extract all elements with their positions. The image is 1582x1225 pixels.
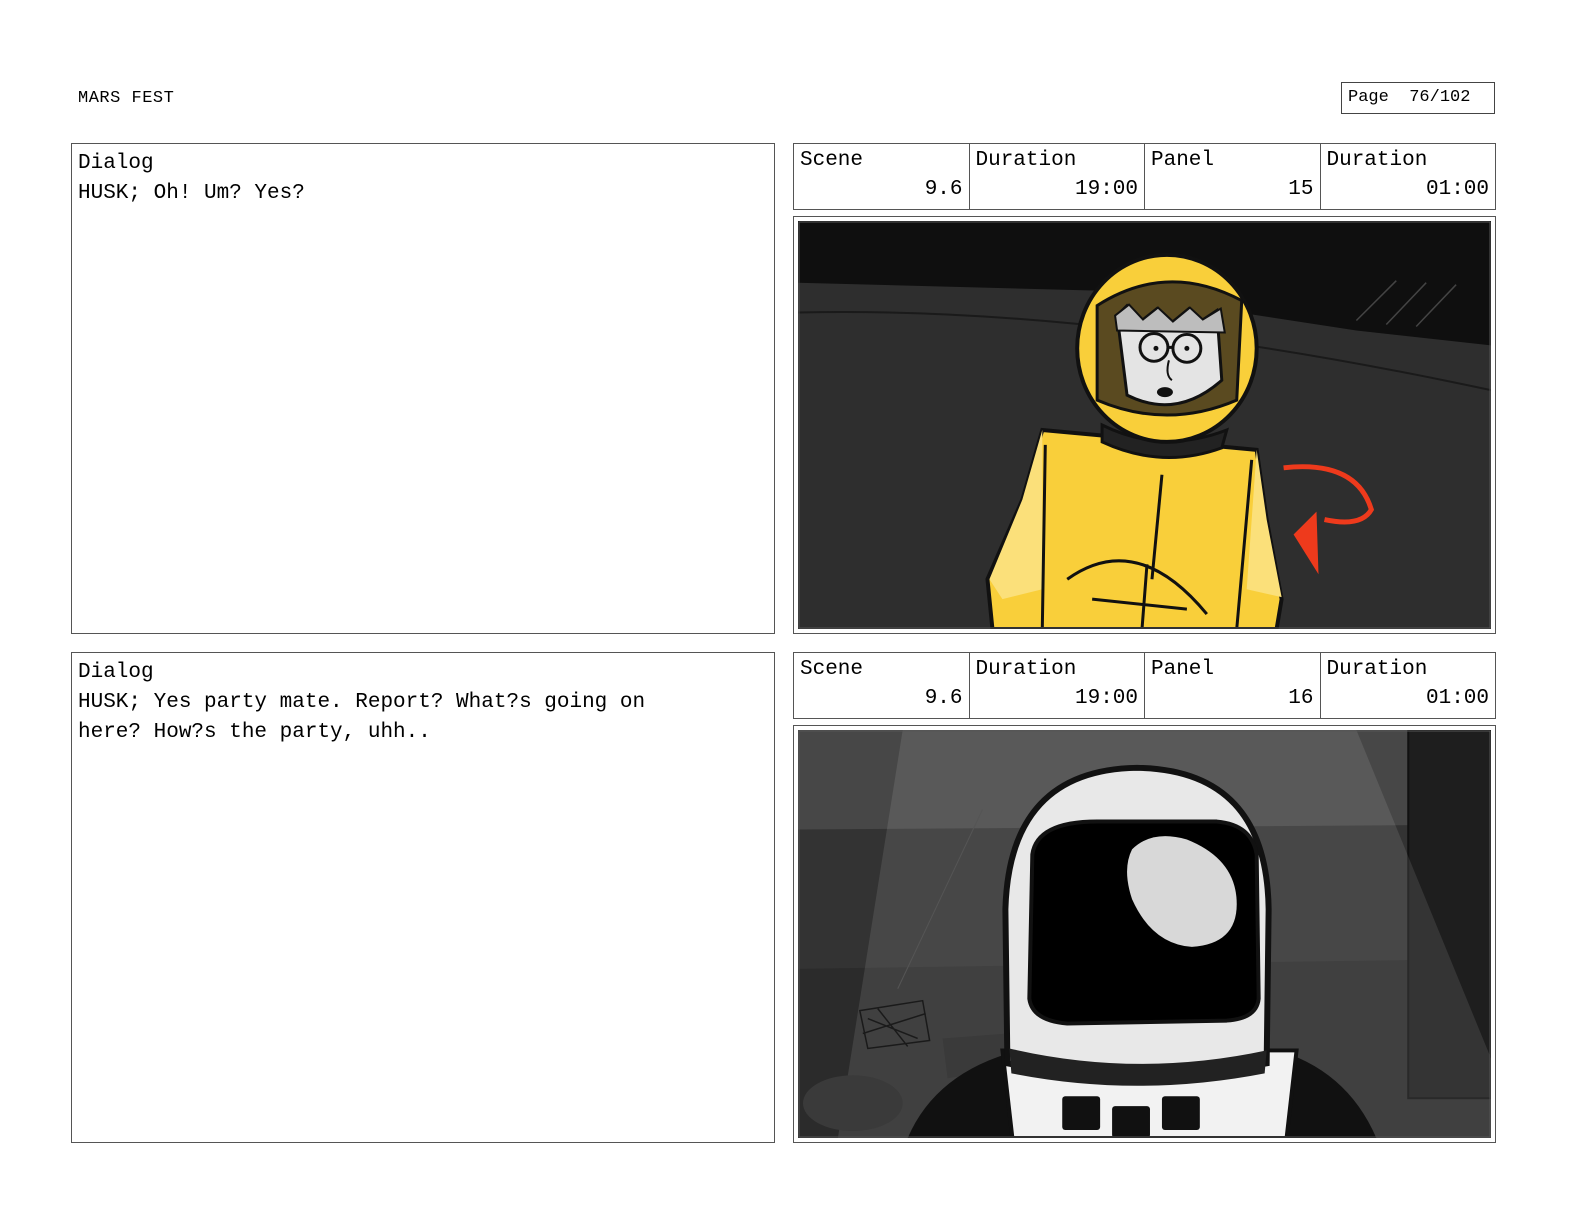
scene-value: 9.6 — [924, 178, 963, 201]
panel-info-row: Scene 9.6 Duration 19:00 Panel 15 Durati… — [793, 143, 1496, 210]
scene-label: Scene — [800, 149, 864, 172]
panel-cell: Panel 15 — [1145, 144, 1321, 209]
scene-duration-cell: Duration 19:00 — [970, 144, 1145, 209]
page-label: Page — [1348, 88, 1389, 107]
panel-15-drawing — [798, 221, 1491, 629]
scene-duration-label: Duration — [975, 149, 1077, 172]
scene-duration-value: 19:00 — [1074, 178, 1138, 201]
panel-frame-15 — [793, 216, 1496, 634]
scene-value: 9.6 — [924, 687, 963, 710]
panel-duration-cell: Duration 01:00 — [1321, 653, 1496, 718]
page-number: 76/102 — [1409, 88, 1471, 107]
dialog-text: HUSK; Oh! Um? Yes? — [78, 182, 305, 205]
panel-duration-label: Duration — [1326, 149, 1428, 172]
dialog-label: Dialog — [78, 661, 154, 684]
dialog-box-panel-15: Dialog HUSK; Oh! Um? Yes? — [71, 143, 775, 634]
panel-duration-label: Duration — [1326, 658, 1428, 681]
panel-label: Panel — [1151, 658, 1215, 681]
scene-duration-label: Duration — [975, 658, 1077, 681]
panel-cell: Panel 16 — [1145, 653, 1321, 718]
panel-duration-value: 01:00 — [1425, 687, 1489, 710]
page-indicator: Page 76/102 — [1341, 82, 1495, 114]
scene-duration-value: 19:00 — [1074, 687, 1138, 710]
panel-frame-16 — [793, 725, 1496, 1143]
scene-label: Scene — [800, 658, 864, 681]
panel-value: 16 — [1288, 687, 1314, 710]
dialog-label: Dialog — [78, 152, 154, 175]
scene-cell: Scene 9.6 — [794, 144, 970, 209]
scene-cell: Scene 9.6 — [794, 653, 970, 718]
panel-label: Panel — [1151, 149, 1215, 172]
panel-duration-value: 01:00 — [1425, 178, 1489, 201]
panel-value: 15 — [1288, 178, 1314, 201]
panel-duration-cell: Duration 01:00 — [1321, 144, 1496, 209]
dialog-text: HUSK; Yes party mate. Report? What?s goi… — [78, 691, 646, 744]
scene-duration-cell: Duration 19:00 — [970, 653, 1145, 718]
dialog-box-panel-16: Dialog HUSK; Yes party mate. Report? Wha… — [71, 652, 775, 1143]
storyboard-title: MARS FEST — [78, 89, 175, 108]
panel-16-drawing — [798, 730, 1491, 1138]
panel-info-row: Scene 9.6 Duration 19:00 Panel 16 Durati… — [793, 652, 1496, 719]
